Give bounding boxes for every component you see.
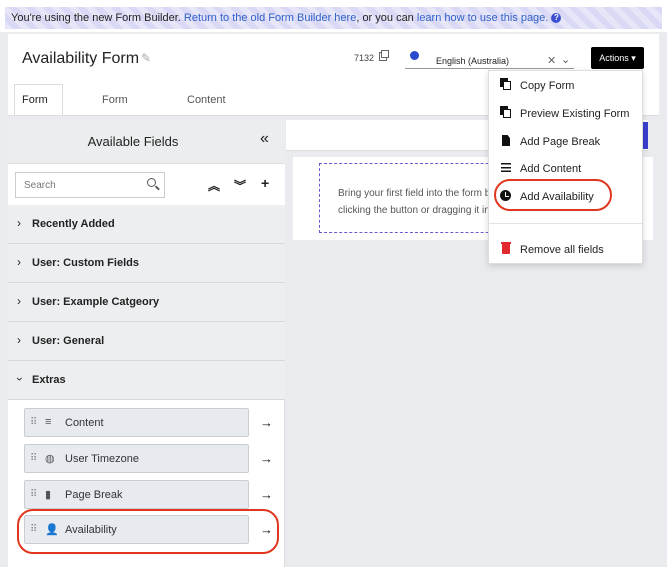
field-label: Availability xyxy=(65,524,117,536)
copy-icon xyxy=(500,106,512,119)
collapse-all-icon[interactable]: ︾ xyxy=(234,177,246,194)
fields-toolbar: ︽ ︾ + xyxy=(8,164,285,206)
collapse-panel-icon[interactable]: « xyxy=(260,130,269,148)
return-old-builder-link[interactable]: Return to the old Form Builder here xyxy=(184,12,356,24)
group-user-example-category[interactable]: › User: Example Catgeory xyxy=(8,283,285,322)
menu-item-add-availability[interactable]: Add Availability xyxy=(489,185,644,209)
panel-header: Available Fields « xyxy=(8,120,285,164)
search-input[interactable] xyxy=(16,173,146,197)
group-label: User: Example Catgeory xyxy=(32,296,160,308)
group-user-custom-fields[interactable]: › User: Custom Fields xyxy=(8,244,285,283)
document-icon: ▮ xyxy=(45,489,52,501)
actions-menu: Copy Form Preview Existing Form Add Page… xyxy=(488,70,644,264)
field-label: User Timezone xyxy=(65,453,139,465)
group-extras[interactable]: › Extras xyxy=(8,361,285,400)
menu-item-label: Remove all fields xyxy=(520,244,604,256)
group-recently-added[interactable]: › Recently Added xyxy=(8,205,285,244)
group-label: User: General xyxy=(32,335,105,347)
available-fields-panel: Available Fields « ︽ ︾ + › Recently Adde… xyxy=(8,120,285,567)
menu-item-preview-form[interactable]: Preview Existing Form xyxy=(489,102,644,126)
chevron-down-icon[interactable]: ⌄ xyxy=(561,53,570,66)
page-title: Availability Form xyxy=(22,50,140,67)
chevron-right-icon: › xyxy=(17,333,21,347)
learn-more-link[interactable]: learn how to use this page. xyxy=(417,12,548,24)
drag-handle-icon[interactable]: ⠿ xyxy=(30,417,37,428)
user-check-icon: 👤 xyxy=(45,524,59,536)
group-label: User: Custom Fields xyxy=(32,257,139,269)
add-field-icon[interactable]: + xyxy=(261,175,269,191)
copy-id-icon[interactable] xyxy=(379,50,389,61)
menu-item-copy-form[interactable]: Copy Form xyxy=(489,74,644,98)
menu-item-label: Add Availability xyxy=(520,191,594,203)
form-id: 7132 xyxy=(354,53,375,63)
menu-item-label: Copy Form xyxy=(520,80,575,92)
tab-form-settings[interactable]: Form Settings xyxy=(94,84,150,138)
chevron-right-icon: › xyxy=(17,294,21,308)
info-banner: You're using the new Form Builder. Retur… xyxy=(0,0,667,32)
add-field-arrow-icon[interactable]: → xyxy=(260,451,273,466)
group-label: Extras xyxy=(32,374,66,386)
search-box xyxy=(15,172,165,198)
tab-content[interactable]: Content xyxy=(179,84,234,116)
group-user-general[interactable]: › User: General xyxy=(8,322,285,361)
menu-item-label: Add Content xyxy=(520,163,582,175)
add-field-arrow-icon[interactable]: → xyxy=(260,415,273,430)
banner-text: You're using the new Form Builder. xyxy=(11,12,184,24)
globe-icon xyxy=(410,51,419,60)
actions-button[interactable]: Actions ▾ xyxy=(591,47,644,69)
chevron-right-icon: › xyxy=(17,216,21,230)
copy-icon xyxy=(500,78,512,91)
clock-icon xyxy=(500,190,512,202)
menu-item-remove-all-fields[interactable]: Remove all fields xyxy=(489,238,644,262)
trash-icon xyxy=(500,242,512,255)
menu-item-label: Add Page Break xyxy=(520,136,601,148)
language-value: English (Australia) xyxy=(436,56,510,66)
panel-title: Available Fields xyxy=(87,134,179,149)
banner-text-middle: , or you can xyxy=(356,12,417,24)
lines-icon xyxy=(500,162,512,174)
info-banner-message: You're using the new Form Builder. Retur… xyxy=(5,7,662,29)
clear-icon[interactable]: ✕ xyxy=(547,54,556,67)
menu-divider xyxy=(489,223,644,224)
field-label: Content xyxy=(65,417,104,429)
add-field-arrow-icon[interactable]: → xyxy=(260,487,273,502)
group-label: Recently Added xyxy=(32,218,115,230)
edit-title-pencil-icon[interactable]: ✎ xyxy=(141,51,151,65)
globe-icon: ◍ xyxy=(45,453,55,465)
field-page-break[interactable]: ⠿ ▮ Page Break xyxy=(24,480,249,509)
menu-item-label: Preview Existing Form xyxy=(520,108,630,120)
search-icon[interactable] xyxy=(147,178,156,187)
chevron-down-icon: › xyxy=(13,377,27,381)
field-content[interactable]: ⠿ ≡ Content xyxy=(24,408,249,437)
drag-handle-icon[interactable]: ⠿ xyxy=(30,524,37,535)
tab-form-builder[interactable]: Form builder xyxy=(14,84,64,138)
drag-handle-icon[interactable]: ⠿ xyxy=(30,489,37,500)
chevron-right-icon: › xyxy=(17,255,21,269)
add-field-arrow-icon[interactable]: → xyxy=(260,522,273,537)
lines-icon: ≡ xyxy=(45,416,52,428)
field-availability[interactable]: ⠿ 👤 Availability xyxy=(24,515,249,544)
menu-item-add-content[interactable]: Add Content xyxy=(489,157,644,181)
menu-item-add-page-break[interactable]: Add Page Break xyxy=(489,130,644,154)
help-icon[interactable]: ? xyxy=(551,13,562,23)
expand-all-icon[interactable]: ︽ xyxy=(208,177,220,194)
drag-handle-icon[interactable]: ⠿ xyxy=(30,453,37,464)
language-select[interactable]: English (Australia) ✕ ⌄ xyxy=(405,49,574,69)
field-label: Page Break xyxy=(65,489,123,501)
field-user-timezone[interactable]: ⠿ ◍ User Timezone xyxy=(24,444,249,473)
document-icon xyxy=(500,135,512,147)
